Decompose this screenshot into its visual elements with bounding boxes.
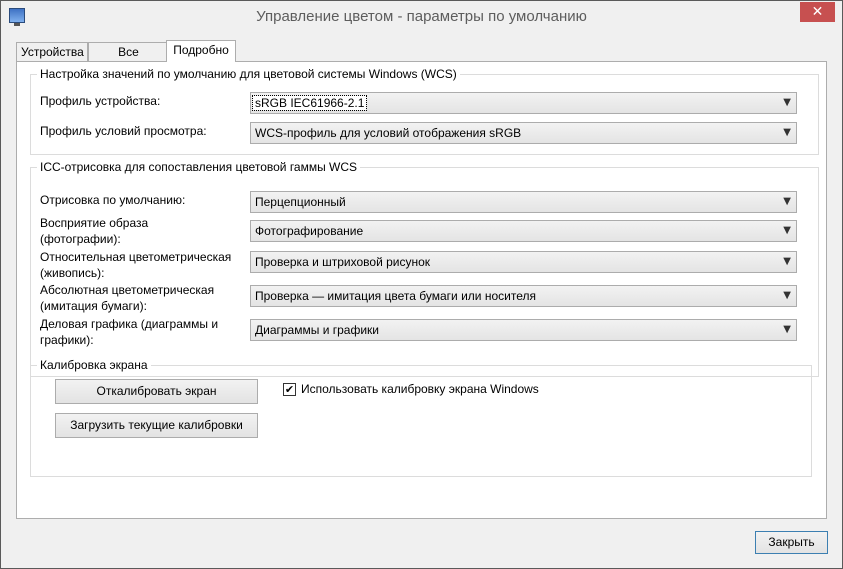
calibrate-display-button[interactable]: Откалибровать экран — [55, 379, 258, 404]
perceptual-label-line-1: Восприятие образа — [40, 216, 149, 230]
use-windows-calibration-checkbox[interactable]: ✔ — [283, 383, 296, 396]
relative-colorimetric-label-line-1: Относительная цветометрическая — [40, 250, 232, 264]
perceptual-label-line-2: (фотографии): — [40, 232, 121, 246]
chevron-down-icon: ▼ — [783, 256, 791, 267]
relative-colorimetric-select[interactable]: Проверка и штриховой рисунок ▼ — [250, 251, 797, 273]
absolute-colorimetric-value: Проверка — имитация цвета бумаги или нос… — [255, 289, 536, 303]
viewing-conditions-value: WCS-профиль для условий отображения sRGB — [255, 126, 522, 140]
icc-rendering-legend: ICC-отрисовка для сопоставления цветовой… — [37, 160, 361, 174]
business-graphics-select[interactable]: Диаграммы и графики ▼ — [250, 319, 797, 341]
chevron-down-icon: ▼ — [783, 196, 791, 207]
display-calibration-group: Калибровка экрана Откалибровать экран За… — [30, 358, 812, 477]
reload-current-calibrations-button[interactable]: Загрузить текущие калибровки — [55, 413, 258, 438]
close-window-button[interactable]: ✕ — [800, 2, 835, 22]
tab-devices[interactable]: Устройства — [16, 42, 88, 61]
display-calibration-legend: Калибровка экрана — [37, 358, 151, 372]
dialog-client-area: Устройства Все профили Подробно Настройк… — [9, 32, 834, 562]
default-rendering-value: Перцепционный — [255, 195, 346, 209]
absolute-colorimetric-select[interactable]: Проверка — имитация цвета бумаги или нос… — [250, 285, 797, 307]
tab-advanced[interactable]: Подробно — [166, 40, 236, 62]
business-graphics-label: Деловая графика (диаграммы и графики): — [40, 316, 218, 348]
chevron-down-icon: ▼ — [783, 97, 791, 108]
relative-colorimetric-label: Относительная цветометрическая (живопись… — [40, 249, 231, 281]
chevron-down-icon: ▼ — [783, 127, 791, 138]
wcs-defaults-legend: Настройка значений по умолчанию для цвет… — [37, 67, 460, 81]
use-windows-calibration-label[interactable]: Использовать калибровку экрана Windows — [301, 381, 539, 397]
business-graphics-label-line-1: Деловая графика (диаграммы и — [40, 317, 219, 331]
close-button[interactable]: Закрыть — [755, 531, 828, 554]
icc-rendering-group: ICC-отрисовка для сопоставления цветовой… — [30, 160, 819, 377]
viewing-conditions-label: Профиль условий просмотра: — [40, 124, 207, 138]
absolute-colorimetric-label-line-2: (имитация бумаги): — [40, 299, 147, 313]
title-bar[interactable]: Управление цветом - параметры по умолчан… — [1, 1, 842, 32]
device-profile-select[interactable]: sRGB IEC61966-2.1 ▼ — [250, 92, 797, 114]
advanced-tab-panel: Настройка значений по умолчанию для цвет… — [16, 61, 827, 519]
default-rendering-label: Отрисовка по умолчанию: — [40, 193, 186, 207]
perceptual-value: Фотографирование — [255, 224, 364, 238]
checkmark-icon: ✔ — [284, 383, 295, 396]
absolute-colorimetric-label-line-1: Абсолютная цветометрическая — [40, 283, 215, 297]
wcs-defaults-group: Настройка значений по умолчанию для цвет… — [30, 67, 819, 155]
business-graphics-value: Диаграммы и графики — [255, 323, 379, 337]
perceptual-select[interactable]: Фотографирование ▼ — [250, 220, 797, 242]
chevron-down-icon: ▼ — [783, 324, 791, 335]
default-rendering-select[interactable]: Перцепционный ▼ — [250, 191, 797, 213]
window-title: Управление цветом - параметры по умолчан… — [256, 8, 587, 25]
dialog-window: Управление цветом - параметры по умолчан… — [0, 0, 843, 569]
business-graphics-label-line-2: графики): — [40, 333, 94, 347]
relative-colorimetric-value: Проверка и штриховой рисунок — [255, 255, 431, 269]
tab-all-profiles[interactable]: Все профили — [88, 42, 169, 77]
perceptual-label: Восприятие образа (фотографии): — [40, 215, 148, 247]
chevron-down-icon: ▼ — [783, 290, 791, 301]
relative-colorimetric-label-line-2: (живопись): — [40, 266, 105, 280]
close-icon: ✕ — [811, 4, 824, 20]
chevron-down-icon: ▼ — [783, 225, 791, 236]
device-profile-label: Профиль устройства: — [40, 94, 161, 108]
viewing-conditions-select[interactable]: WCS-профиль для условий отображения sRGB… — [250, 122, 797, 144]
device-profile-value: sRGB IEC61966-2.1 — [251, 95, 368, 111]
absolute-colorimetric-label: Абсолютная цветометрическая (имитация бу… — [40, 282, 214, 314]
